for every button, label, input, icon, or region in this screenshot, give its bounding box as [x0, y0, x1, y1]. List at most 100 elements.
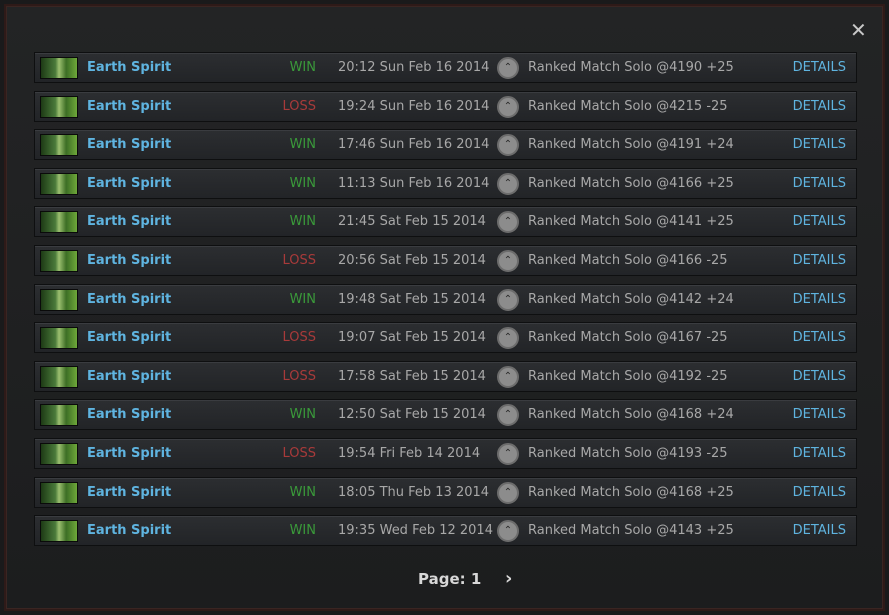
- close-icon[interactable]: ✕: [850, 20, 867, 40]
- details-button[interactable]: DETAILS: [793, 176, 846, 191]
- match-row[interactable]: Earth Spirit WIN 18:05 Thu Feb 13 2014 ⌃…: [34, 476, 857, 508]
- match-row[interactable]: Earth Spirit WIN 12:50 Sat Feb 15 2014 ⌃…: [34, 399, 857, 431]
- hero-portrait: [40, 249, 78, 272]
- hero-name: Earth Spirit: [87, 60, 172, 75]
- details-button[interactable]: DETAILS: [793, 369, 846, 384]
- hero-name: Earth Spirit: [87, 368, 172, 384]
- match-row[interactable]: Earth Spirit LOSS 19:54 Fri Feb 14 2014 …: [34, 437, 857, 469]
- ranked-icon: ⌃: [497, 520, 519, 543]
- match-date: 19:48 Sat Feb 15 2014: [338, 291, 486, 307]
- match-mode: Ranked Match Solo @4191 +24: [528, 137, 734, 153]
- match-result: WIN: [289, 137, 316, 153]
- match-mode: Ranked Match Solo @4141 +25: [528, 214, 734, 230]
- match-row[interactable]: Earth Spirit WIN 21:45 Sat Feb 15 2014 ⌃…: [34, 206, 857, 238]
- hero-portrait: [40, 481, 78, 504]
- hero-portrait: [40, 327, 78, 350]
- match-result: LOSS: [282, 252, 316, 268]
- match-row[interactable]: Earth Spirit LOSS 19:07 Sat Feb 15 2014 …: [34, 322, 857, 354]
- ranked-icon: ⌃: [497, 481, 519, 504]
- match-result: WIN: [289, 291, 316, 307]
- details-button[interactable]: DETAILS: [793, 407, 846, 422]
- match-result: WIN: [289, 407, 316, 423]
- details-button[interactable]: DETAILS: [793, 60, 846, 75]
- hero-name: Earth Spirit: [87, 98, 172, 114]
- match-row[interactable]: Earth Spirit WIN 11:13 Sun Feb 16 2014 ⌃…: [34, 167, 857, 199]
- match-result: LOSS: [282, 368, 316, 384]
- match-mode: Ranked Match Solo @4143 +25: [528, 523, 734, 539]
- hero-portrait: [40, 365, 78, 388]
- details-button[interactable]: DETAILS: [793, 292, 846, 307]
- match-result: WIN: [289, 60, 316, 75]
- ranked-icon: ⌃: [497, 365, 519, 388]
- details-button[interactable]: DETAILS: [793, 446, 846, 461]
- match-result: WIN: [289, 484, 316, 500]
- ranked-icon: ⌃: [497, 327, 519, 350]
- hero-portrait: [40, 134, 78, 157]
- details-button[interactable]: DETAILS: [793, 330, 846, 345]
- hero-portrait: [40, 95, 78, 118]
- hero-portrait: [40, 404, 78, 427]
- ranked-icon: ⌃: [497, 172, 519, 195]
- match-result: WIN: [289, 214, 316, 230]
- details-button[interactable]: DETAILS: [793, 99, 846, 114]
- match-row[interactable]: Earth Spirit WIN 20:12 Sun Feb 16 2014 ⌃…: [34, 52, 857, 83]
- match-mode: Ranked Match Solo @4168 +25: [528, 484, 734, 500]
- hero-portrait: [40, 211, 78, 234]
- match-mode: Ranked Match Solo @4215 -25: [528, 98, 728, 114]
- match-date: 21:45 Sat Feb 15 2014: [338, 214, 486, 230]
- page-indicator: Page: 1: [418, 570, 482, 588]
- details-button[interactable]: DETAILS: [793, 253, 846, 268]
- ranked-icon: ⌃: [497, 57, 519, 79]
- match-date: 17:58 Sat Feb 15 2014: [338, 368, 486, 384]
- details-button[interactable]: DETAILS: [793, 523, 846, 538]
- match-mode: Ranked Match Solo @4167 -25: [528, 330, 728, 346]
- hero-name: Earth Spirit: [87, 137, 172, 153]
- match-date: 20:56 Sat Feb 15 2014: [338, 252, 486, 268]
- match-mode: Ranked Match Solo @4193 -25: [528, 445, 728, 461]
- match-result: LOSS: [282, 330, 316, 346]
- match-result: LOSS: [282, 445, 316, 461]
- match-row[interactable]: Earth Spirit LOSS 19:24 Sun Feb 16 2014 …: [34, 90, 857, 122]
- ranked-icon: ⌃: [497, 95, 519, 118]
- hero-name: Earth Spirit: [87, 175, 172, 191]
- ranked-icon: ⌃: [497, 249, 519, 272]
- match-mode: Ranked Match Solo @4166 +25: [528, 175, 734, 191]
- details-button[interactable]: DETAILS: [793, 485, 846, 500]
- match-result: WIN: [289, 175, 316, 191]
- match-row[interactable]: Earth Spirit LOSS 20:56 Sat Feb 15 2014 …: [34, 244, 857, 276]
- hero-name: Earth Spirit: [87, 523, 172, 539]
- match-date: 19:35 Wed Feb 12 2014: [338, 523, 493, 539]
- hero-portrait: [40, 442, 78, 465]
- hero-name: Earth Spirit: [87, 252, 172, 268]
- match-date: 19:54 Fri Feb 14 2014: [338, 445, 481, 461]
- match-date: 11:13 Sun Feb 16 2014: [338, 175, 490, 191]
- details-button[interactable]: DETAILS: [793, 137, 846, 152]
- match-row[interactable]: Earth Spirit WIN 19:35 Wed Feb 12 2014 ⌃…: [34, 515, 857, 547]
- hero-portrait: [40, 172, 78, 195]
- match-date: 20:12 Sun Feb 16 2014: [338, 60, 490, 75]
- match-mode: Ranked Match Solo @4190 +25: [528, 60, 734, 75]
- chevron-right-icon[interactable]: ›: [505, 568, 512, 589]
- match-mode: Ranked Match Solo @4142 +24: [528, 291, 734, 307]
- details-button[interactable]: DETAILS: [793, 214, 846, 229]
- match-row[interactable]: Earth Spirit LOSS 17:58 Sat Feb 15 2014 …: [34, 360, 857, 392]
- match-row[interactable]: Earth Spirit WIN 17:46 Sun Feb 16 2014 ⌃…: [34, 129, 857, 161]
- match-date: 19:24 Sun Feb 16 2014: [338, 98, 490, 114]
- match-result: LOSS: [282, 98, 316, 114]
- ranked-icon: ⌃: [497, 442, 519, 465]
- hero-portrait: [40, 520, 78, 543]
- hero-name: Earth Spirit: [87, 445, 172, 461]
- hero-portrait: [40, 57, 78, 79]
- match-date: 19:07 Sat Feb 15 2014: [338, 330, 486, 346]
- match-result: WIN: [289, 523, 316, 539]
- ranked-icon: ⌃: [497, 288, 519, 311]
- ranked-icon: ⌃: [497, 211, 519, 234]
- hero-portrait: [40, 288, 78, 311]
- ranked-icon: ⌃: [497, 404, 519, 427]
- ranked-icon: ⌃: [497, 134, 519, 157]
- match-row[interactable]: Earth Spirit WIN 19:48 Sat Feb 15 2014 ⌃…: [34, 283, 857, 315]
- match-date: 17:46 Sun Feb 16 2014: [338, 137, 490, 153]
- match-mode: Ranked Match Solo @4168 +24: [528, 407, 734, 423]
- hero-name: Earth Spirit: [87, 407, 172, 423]
- hero-name: Earth Spirit: [87, 291, 172, 307]
